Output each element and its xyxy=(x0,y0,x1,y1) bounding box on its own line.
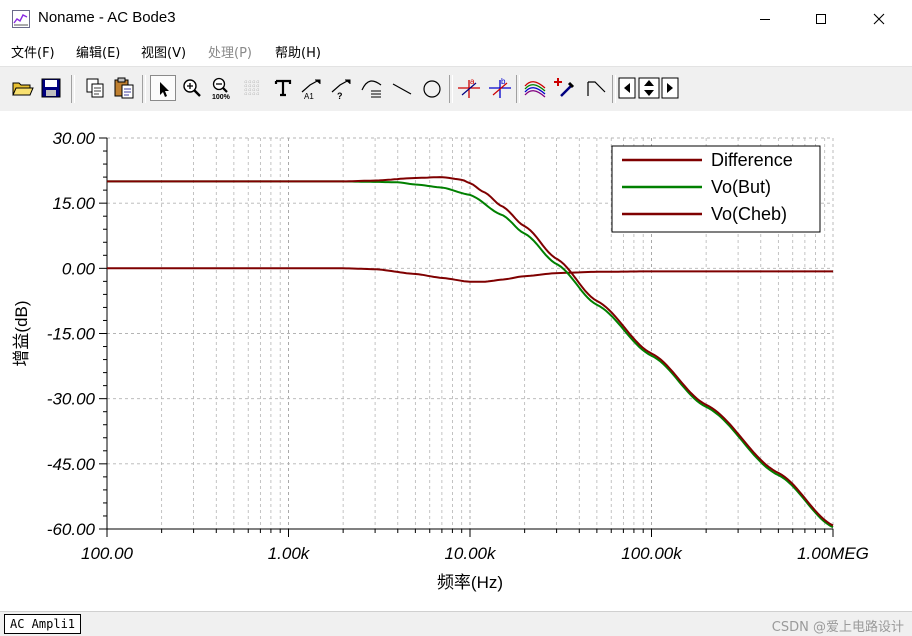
add-curve-button[interactable] xyxy=(552,75,578,101)
multi-curve-icon xyxy=(524,81,546,98)
menu-process[interactable]: 处理(P) xyxy=(208,42,252,61)
toolbar-separator xyxy=(516,75,520,103)
curve-label-hidden-icon xyxy=(361,80,382,98)
paste-button[interactable] xyxy=(111,75,137,101)
cursor-a-icon: a xyxy=(458,77,480,98)
curve-label-query-button[interactable]: ? xyxy=(329,75,355,101)
scroll-right-button[interactable] xyxy=(661,75,679,101)
svg-text:a: a xyxy=(470,77,475,86)
toolbar-separator xyxy=(71,75,75,103)
x-tick-label: 1.00k xyxy=(268,544,311,563)
open-button[interactable] xyxy=(9,75,35,101)
maximize-button[interactable] xyxy=(798,0,844,38)
text-button[interactable] xyxy=(270,75,296,101)
slope-icon xyxy=(587,81,606,96)
menu-bar: 文件(F) 编辑(E) 视图(V) 处理(P) 帮助(H) xyxy=(0,38,912,64)
y-tick-label: -15.00 xyxy=(47,325,96,344)
scroll-updown-button[interactable] xyxy=(638,75,660,101)
toolbar-separator xyxy=(142,75,146,103)
slope-button[interactable] xyxy=(584,75,610,101)
y-tick-label: -30.00 xyxy=(47,390,96,409)
save-icon xyxy=(41,78,61,98)
circle-tool-icon xyxy=(423,80,441,98)
y-tick-label: -60.00 xyxy=(47,520,96,539)
zoom-100-icon: 100% xyxy=(212,77,231,101)
zoom-100-button[interactable]: 100% xyxy=(208,75,234,101)
y-tick-label: -45.00 xyxy=(47,455,96,474)
svg-text:b: b xyxy=(501,77,506,86)
curve-label-icon: A1 xyxy=(301,79,321,101)
add-curve-icon xyxy=(554,78,575,97)
toolbar: 100% A1 ? a b xyxy=(0,66,912,112)
svg-text:A1: A1 xyxy=(304,92,314,101)
toolbar-separator xyxy=(449,75,453,103)
curve-label-query-icon: ? xyxy=(331,79,351,101)
watermark: CSDN @爱上电路设计 xyxy=(771,620,904,635)
cursor-a-button[interactable]: a xyxy=(456,75,482,101)
zoom-in-button[interactable] xyxy=(179,75,205,101)
copy-icon xyxy=(86,78,104,98)
line-tool-icon xyxy=(392,83,412,95)
legend-label: Vo(But) xyxy=(711,177,771,197)
close-button[interactable] xyxy=(856,0,902,38)
window-title: Noname - AC Bode3 xyxy=(38,9,176,26)
menu-help[interactable]: 帮助(H) xyxy=(275,42,321,61)
grid-icon xyxy=(244,80,260,96)
title-bar: Noname - AC Bode3 xyxy=(0,0,912,38)
plot-area: 30.00 15.00 0.00 -15.00 -30.00 -45.00 -60.00 10… xyxy=(0,111,912,611)
minimize-button[interactable] xyxy=(742,0,788,38)
scroll-left-button[interactable] xyxy=(618,75,636,101)
y-tick-label: 15.00 xyxy=(52,194,95,213)
bode-chart[interactable]: 30.00 15.00 0.00 -15.00 -30.00 -45.00 -60.00 10… xyxy=(0,111,912,611)
x-axis-label: 频率(Hz) xyxy=(437,573,503,592)
analysis-tab[interactable]: AC Ampli1 xyxy=(4,614,82,634)
x-tick-label: 10.00k xyxy=(444,544,497,563)
curve-label-hidden-button[interactable] xyxy=(359,75,385,101)
x-tick-label: 100.00 xyxy=(81,544,134,563)
status-bar: AC Ampli1 CSDN @爱上电路设计 xyxy=(0,611,912,636)
save-button[interactable] xyxy=(38,75,64,101)
app-icon xyxy=(12,10,30,28)
close-icon xyxy=(873,13,885,25)
y-axis-label: 增益(dB) xyxy=(12,300,31,366)
cursor-b-icon: b xyxy=(489,77,511,98)
menu-file[interactable]: 文件(F) xyxy=(11,42,55,61)
copy-button[interactable] xyxy=(82,75,108,101)
x-tick-label: 1.00MEG xyxy=(797,544,869,563)
arrow-updown-icon xyxy=(638,77,660,99)
menu-view[interactable]: 视图(V) xyxy=(141,42,186,61)
x-tick-label: 100.00k xyxy=(621,544,683,563)
zoom-in-icon xyxy=(183,79,201,97)
svg-text:?: ? xyxy=(337,91,343,101)
grid-button[interactable] xyxy=(239,75,265,101)
toolbar-separator xyxy=(612,75,616,103)
legend-label: Vo(Cheb) xyxy=(711,204,787,224)
text-icon xyxy=(274,79,292,97)
arrow-right-icon xyxy=(661,77,679,99)
multi-curve-button[interactable] xyxy=(522,75,548,101)
minimize-icon xyxy=(760,19,770,20)
curve-label-button[interactable]: A1 xyxy=(299,75,325,101)
arrow-left-icon xyxy=(618,77,636,99)
pointer-button[interactable] xyxy=(150,75,176,101)
svg-text:100%: 100% xyxy=(212,94,231,101)
legend-label: Difference xyxy=(711,150,793,170)
paste-icon xyxy=(114,77,134,99)
menu-edit[interactable]: 编辑(E) xyxy=(76,42,120,61)
legend: Difference Vo(But) Vo(Cheb) xyxy=(611,145,821,233)
pointer-icon xyxy=(160,82,169,97)
cursor-b-button[interactable]: b xyxy=(487,75,513,101)
maximize-icon xyxy=(816,14,826,24)
y-tick-label: 30.00 xyxy=(52,129,95,148)
open-folder-icon xyxy=(12,82,34,96)
line-tool-button[interactable] xyxy=(389,75,415,101)
y-tick-label: 0.00 xyxy=(62,259,96,278)
circle-tool-button[interactable] xyxy=(419,75,445,101)
